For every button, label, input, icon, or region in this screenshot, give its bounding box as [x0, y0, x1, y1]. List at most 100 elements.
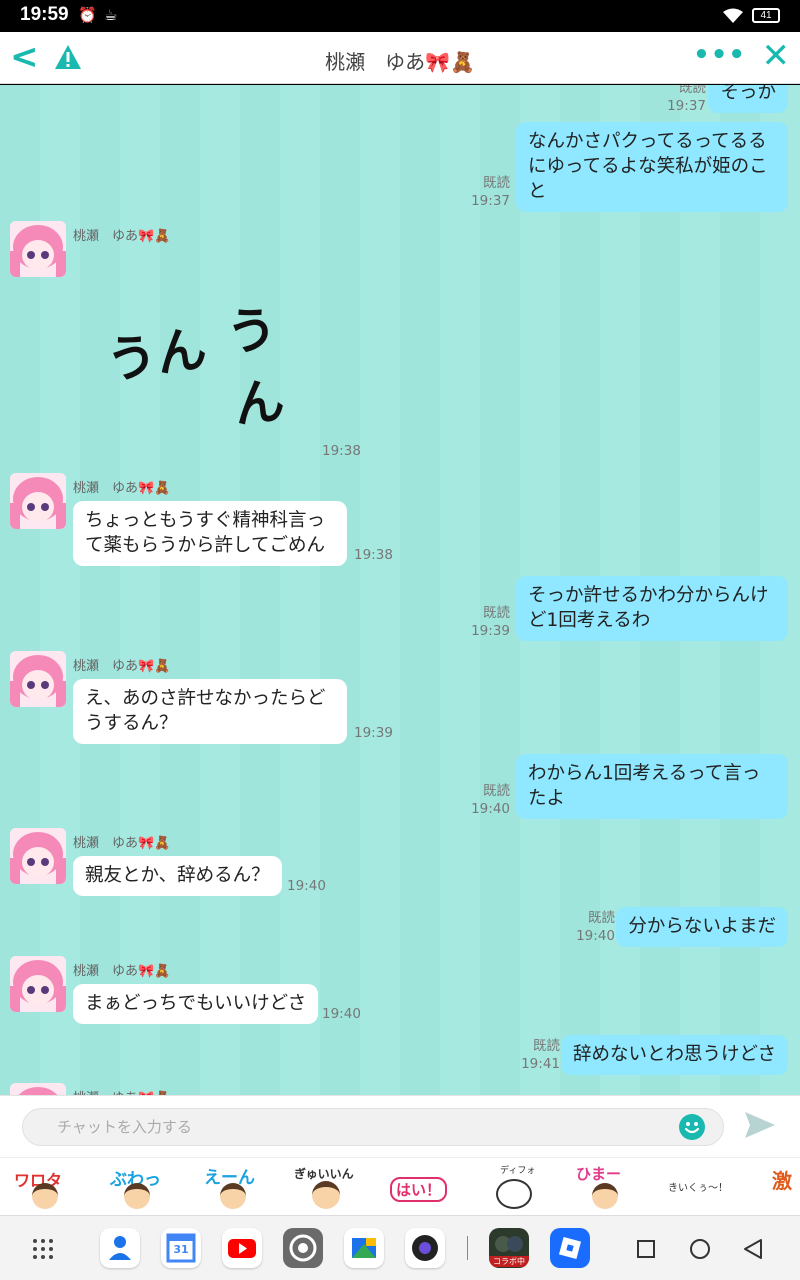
system-nav-bar: 31 コラボ中 [0, 1215, 800, 1280]
sticker-message[interactable]: うん うん [100, 285, 300, 435]
sticker-item[interactable]: ワロタ [10, 1161, 78, 1213]
send-icon[interactable] [743, 1110, 777, 1140]
message-time: 19:38 [354, 547, 393, 563]
input-bar: チャットを入力する [0, 1095, 800, 1157]
avatar-image [10, 1083, 66, 1095]
read-status: 既読 [679, 85, 706, 96]
message-meta: 既読 19:39 [471, 604, 510, 640]
sticker-label: はい！ [390, 1177, 448, 1202]
status-bar: 19:59 ⏰ ☕ 41 [0, 0, 800, 32]
my-message[interactable]: 分からないよまだ [616, 907, 788, 947]
avatar[interactable] [10, 828, 66, 884]
message-meta: 既読 19:37 [471, 174, 510, 210]
emoji-icon[interactable] [678, 1113, 706, 1141]
sticker-item[interactable]: ぎゅいいん [292, 1161, 360, 1213]
message-time: 19:38 [322, 443, 361, 459]
sticker-label: 激 [772, 1169, 792, 1193]
dock-divider [467, 1236, 468, 1260]
avatar-image [10, 473, 66, 529]
game-app-icon[interactable]: コラボ中 [489, 1228, 529, 1268]
my-message[interactable]: そっか [708, 85, 788, 113]
avatar-image [10, 221, 66, 277]
youtube-app-icon[interactable] [222, 1228, 262, 1268]
sticker-strip: ワロタ ぶわっ えーん ぎゅいいん はい！ ディフォ ひまー きいくぅ〜！ 激 [0, 1157, 800, 1215]
avatar-image [10, 828, 66, 884]
sticker-text: うん [103, 319, 211, 391]
my-message[interactable]: わからん1回考えるって言ったよ [516, 754, 788, 819]
message-time: 19:40 [471, 801, 510, 817]
status-time: 19:59 [20, 4, 69, 25]
avatar[interactable] [10, 221, 66, 277]
sticker-label: ディフォ [500, 1166, 536, 1176]
message-time: 19:37 [471, 193, 510, 209]
read-status: 既読 [483, 783, 510, 799]
my-message[interactable]: 辞めないとわ思うけどさ [561, 1035, 788, 1075]
sticker-item[interactable]: きいくぅ〜！ [664, 1161, 732, 1213]
avatar[interactable] [10, 651, 66, 707]
game-app-label: コラボ中 [489, 1256, 529, 1267]
message-meta: 既読 19:40 [576, 909, 615, 945]
message-meta: 既読 19:40 [471, 782, 510, 818]
sticker-face-icon [32, 1183, 58, 1209]
recents-icon[interactable] [636, 1239, 656, 1259]
sticker-text: うん [223, 299, 288, 435]
read-status: 既読 [588, 910, 615, 926]
message-time: 19:39 [471, 623, 510, 639]
chat-area[interactable]: そっか 既読 19:37 なんかさパクってるってるるにゆってるよな笑私が姫のこと… [0, 85, 800, 1095]
back-nav-icon[interactable] [743, 1238, 763, 1260]
sticker-item[interactable]: ぶわっ [102, 1161, 170, 1213]
alarm-icon: ⏰ [78, 6, 97, 24]
chat-header: < 桃瀬 ゆあ🎀🧸 ••• ✕ [0, 32, 800, 84]
their-message[interactable]: え、あのさ許せなかったらどうするん？ [73, 679, 347, 744]
avatar[interactable] [10, 1083, 66, 1095]
chat-title: 桃瀬 ゆあ🎀🧸 [325, 50, 475, 74]
wifi-icon [723, 8, 743, 23]
message-time: 19:40 [576, 928, 615, 944]
their-message[interactable]: ちょっともうすぐ精神科言って薬もらうから許してごめん [73, 501, 347, 566]
app-drawer-icon[interactable] [32, 1238, 54, 1260]
home-icon[interactable] [689, 1238, 711, 1260]
avatar-image [10, 956, 66, 1012]
sticker-item[interactable]: 激 [756, 1161, 800, 1213]
sticker-item[interactable]: はい！ [386, 1161, 454, 1213]
settings-app-icon[interactable] [283, 1228, 323, 1268]
message-time: 19:40 [287, 878, 326, 894]
message-time: 19:41 [521, 1056, 560, 1072]
calendar-day: 31 [173, 1243, 189, 1256]
sender-name: 桃瀬 ゆあ🎀🧸 [73, 481, 171, 496]
roblox-app-icon[interactable] [550, 1228, 590, 1268]
their-message[interactable]: まぁどっちでもいいけどさ [73, 984, 319, 1024]
message-meta: 既読 19:37 [667, 85, 706, 115]
my-message[interactable]: なんかさパクってるってるるにゆってるよな笑私が姫のこと [516, 122, 788, 212]
avatar-image [10, 651, 66, 707]
sticker-item[interactable]: ひまー [572, 1161, 640, 1213]
sender-name: 桃瀬 ゆあ🎀🧸 [73, 229, 171, 244]
sticker-item[interactable]: えーん [198, 1161, 266, 1213]
read-status: 既読 [483, 605, 510, 621]
read-status: 既読 [533, 1038, 560, 1054]
message-time: 19:37 [667, 98, 706, 114]
cup-icon: ☕ [104, 6, 118, 24]
sender-name: 桃瀬 ゆあ🎀🧸 [73, 964, 171, 979]
avatar[interactable] [10, 956, 66, 1012]
sender-name: 桃瀬 ゆあ🎀🧸 [73, 659, 171, 674]
sticker-face-icon [220, 1183, 246, 1209]
close-icon[interactable]: ✕ [762, 36, 791, 76]
sticker-item[interactable]: ディフォ [480, 1161, 548, 1213]
sticker-label: ぎゅいいん [294, 1167, 354, 1181]
sticker-face-icon [496, 1179, 532, 1209]
chat-input[interactable]: チャットを入力する [22, 1108, 724, 1146]
contacts-app-icon[interactable] [100, 1228, 140, 1268]
their-message[interactable]: 親友とか、辞めるん？ [73, 856, 282, 896]
avatar[interactable] [10, 473, 66, 529]
camera-app-icon[interactable] [405, 1228, 445, 1268]
sticker-face-icon [312, 1181, 340, 1209]
sender-name: 桃瀬 ゆあ🎀🧸 [73, 836, 171, 851]
more-icon[interactable]: ••• [693, 40, 746, 70]
message-meta: 既読 19:41 [521, 1037, 560, 1073]
sticker-face-icon [592, 1183, 618, 1209]
calendar-app-icon[interactable]: 31 [161, 1228, 201, 1268]
sticker-face-icon [124, 1183, 150, 1209]
files-app-icon[interactable] [344, 1228, 384, 1268]
my-message[interactable]: そっか許せるかわ分からんけど1回考えるわ [516, 576, 788, 641]
